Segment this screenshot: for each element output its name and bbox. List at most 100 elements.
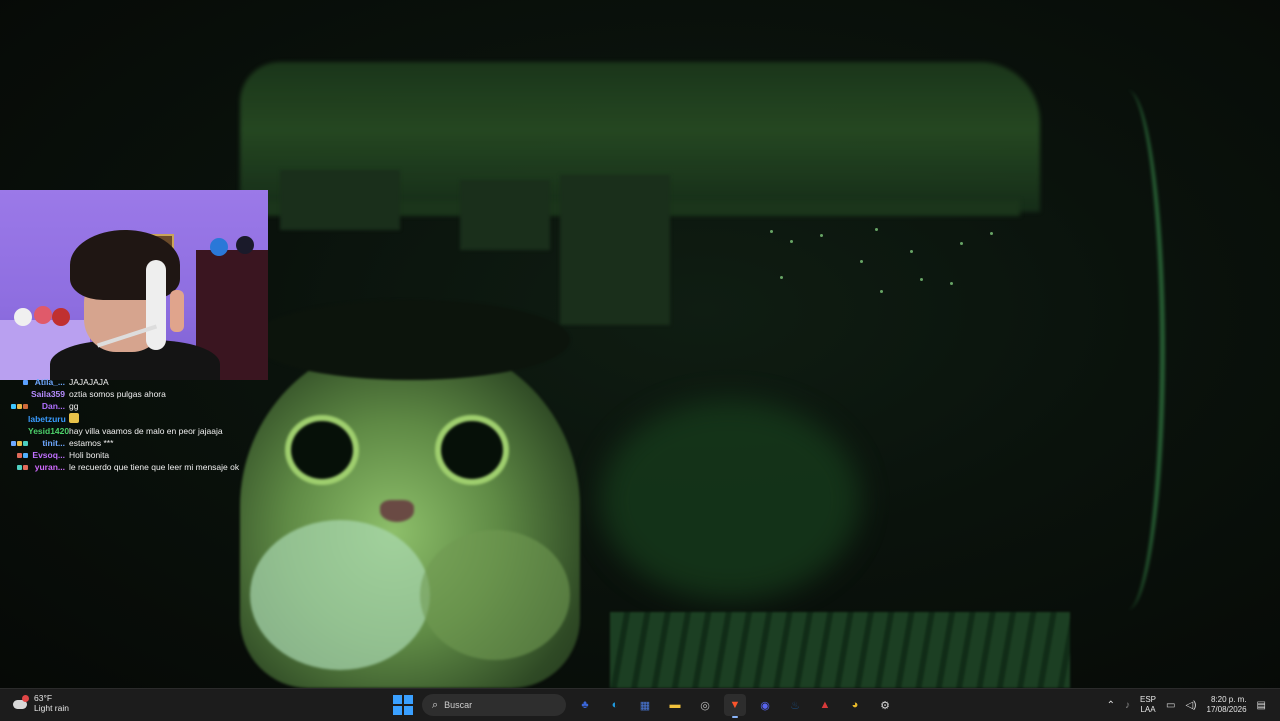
dark-hair-overlay (250, 300, 570, 380)
clock-time: 8:20 p. m. (1210, 695, 1247, 704)
chat-message: Yesid1420 hay villa vaamos de malo en peo… (10, 425, 270, 437)
chat-badges (10, 425, 28, 437)
webcam-overlay (0, 190, 268, 380)
pdf-app[interactable]: ▲ (814, 694, 836, 716)
microphone-icon[interactable]: ♪ (1125, 700, 1130, 711)
chat-username[interactable]: Atila_... (28, 376, 69, 388)
taskbar: 63°F Light rain ⌕ Buscar ♣ ◐ ▦ ▬ ◎ ▼ ◉ ♨ ▲ ◕ ⚙ ⌃ ♪… (0, 688, 1280, 721)
chat-text: JAJAJAJA (69, 377, 109, 387)
search-icon: ⌕ (432, 698, 439, 711)
cat-nose (380, 500, 414, 522)
chat-text: gg (69, 401, 79, 412)
store-app[interactable]: ▦ (634, 694, 656, 716)
streamer (50, 230, 220, 380)
chat-username[interactable]: tinit... (28, 437, 69, 449)
volume-icon[interactable]: ◁) (1185, 700, 1196, 711)
streamer-hand (170, 290, 184, 332)
settings-app[interactable]: ⚙ (874, 694, 896, 716)
chat-badges (10, 376, 28, 388)
windows-icon-tile (404, 695, 413, 704)
zoom-it-app[interactable]: ♣ (574, 694, 596, 716)
steam-app[interactable]: ♨ (784, 694, 806, 716)
chevron-up-icon[interactable]: ⌃ (1107, 700, 1115, 711)
building (460, 180, 550, 250)
chat-text: hay villa vaamos de malo en peor jajaaja (69, 425, 223, 436)
chat-username[interactable]: Dan... (28, 400, 69, 412)
building (560, 175, 670, 325)
city-lights (760, 220, 1020, 310)
discord-app[interactable]: ◉ (754, 694, 776, 716)
chat-badges (10, 437, 28, 449)
chat-badges (10, 449, 28, 461)
chat-text: le recuerdo que tiene que leer mi mensaj… (69, 462, 240, 473)
chrome-icon: ◕ (851, 699, 859, 711)
chat-text: Holi bonita (69, 450, 110, 461)
system-tray: ⌃ ♪ ESP LAA ▭ ◁) 8:20 p. m. 17/08/2026 ▤ (1107, 692, 1266, 718)
chat-username[interactable]: Evsoq... (28, 449, 69, 461)
lens-edge (1090, 90, 1165, 610)
chat-message: Evsoq... Holi bonita (10, 449, 270, 461)
cat-eye-left (285, 415, 359, 485)
chat-username[interactable]: Yesid1420 (28, 425, 69, 437)
pdf-icon: ▲ (819, 699, 831, 711)
rain-cloud-icon (12, 695, 29, 711)
chat-badges (10, 400, 28, 412)
search-box[interactable]: ⌕ Buscar (422, 694, 566, 716)
windows-icon (393, 695, 402, 704)
chat-message: labetzuru (10, 412, 270, 425)
brave-app[interactable]: ▼ (724, 694, 746, 718)
gear-icon: ⚙ (880, 699, 890, 712)
badge-icon (17, 464, 22, 470)
chat-message: Saila359 oztia somos pulgas ahora (10, 388, 270, 400)
chat-username[interactable]: labetzuru (28, 413, 69, 425)
clock[interactable]: 8:20 p. m. 17/08/2026 (1207, 695, 1247, 715)
notification-icon[interactable]: ▤ (1257, 700, 1266, 711)
zoom-icon: ♣ (581, 699, 589, 711)
brave-icon: ▼ (729, 699, 741, 711)
windows-icon-tile (393, 706, 402, 715)
cat-muzzle (250, 520, 430, 670)
steam-icon: ♨ (790, 699, 800, 712)
store-icon: ▦ (639, 699, 651, 712)
start-button[interactable] (392, 694, 414, 716)
chat-badges (10, 388, 28, 400)
chat-badges (10, 461, 28, 473)
obs-app[interactable]: ◎ (694, 694, 716, 716)
emote-icon (69, 412, 79, 423)
chat-overlay: Atila_... JAJAJAJA Saila359 oztia somos pul… (10, 376, 270, 474)
edge-app[interactable]: ◐ (604, 694, 626, 716)
discord-icon: ◉ (760, 699, 770, 712)
taskbar-center: ⌕ Buscar ♣ ◐ ▦ ▬ ◎ ▼ ◉ ♨ ▲ ◕ ⚙ (392, 692, 896, 718)
chrome-app[interactable]: ◕ (844, 694, 866, 716)
folder-icon: ▬ (669, 699, 681, 711)
badge-icon (11, 440, 16, 446)
badge-icon (11, 403, 16, 409)
clock-date: 17/08/2026 (1206, 705, 1247, 714)
wooden-deck (610, 612, 1070, 688)
chat-username[interactable]: Saila359 (28, 388, 69, 400)
language-code: ESP (1140, 695, 1157, 704)
cat-eye-right (435, 415, 509, 485)
plush-toy (236, 236, 254, 254)
cat-cheek (420, 530, 570, 660)
headset-icon (146, 260, 166, 350)
weather-condition: Light rain (34, 703, 69, 713)
search-label: Buscar (444, 700, 473, 710)
chat-badges (10, 413, 28, 425)
chat-message: Atila_... JAJAJAJA (10, 376, 270, 388)
language-indicator[interactable]: ESP LAA (1140, 695, 1156, 715)
badge-icon (17, 403, 22, 409)
file-explorer-app[interactable]: ▬ (664, 694, 686, 716)
chat-username[interactable]: yuran... (28, 461, 69, 473)
network-icon[interactable]: ▭ (1166, 700, 1175, 711)
keyboard-layout: LAA (1140, 705, 1156, 714)
windows-icon-tile (404, 706, 413, 715)
chat-message: Dan... gg (10, 400, 270, 412)
obs-icon: ◎ (700, 699, 710, 712)
chat-message: tinit... estamos *** (10, 437, 270, 449)
grass (600, 400, 860, 600)
plush-toy (14, 308, 32, 326)
weather-widget[interactable]: 63°F Light rain (12, 693, 69, 713)
badge-icon (17, 452, 22, 458)
edge-icon: ◐ (611, 699, 619, 711)
